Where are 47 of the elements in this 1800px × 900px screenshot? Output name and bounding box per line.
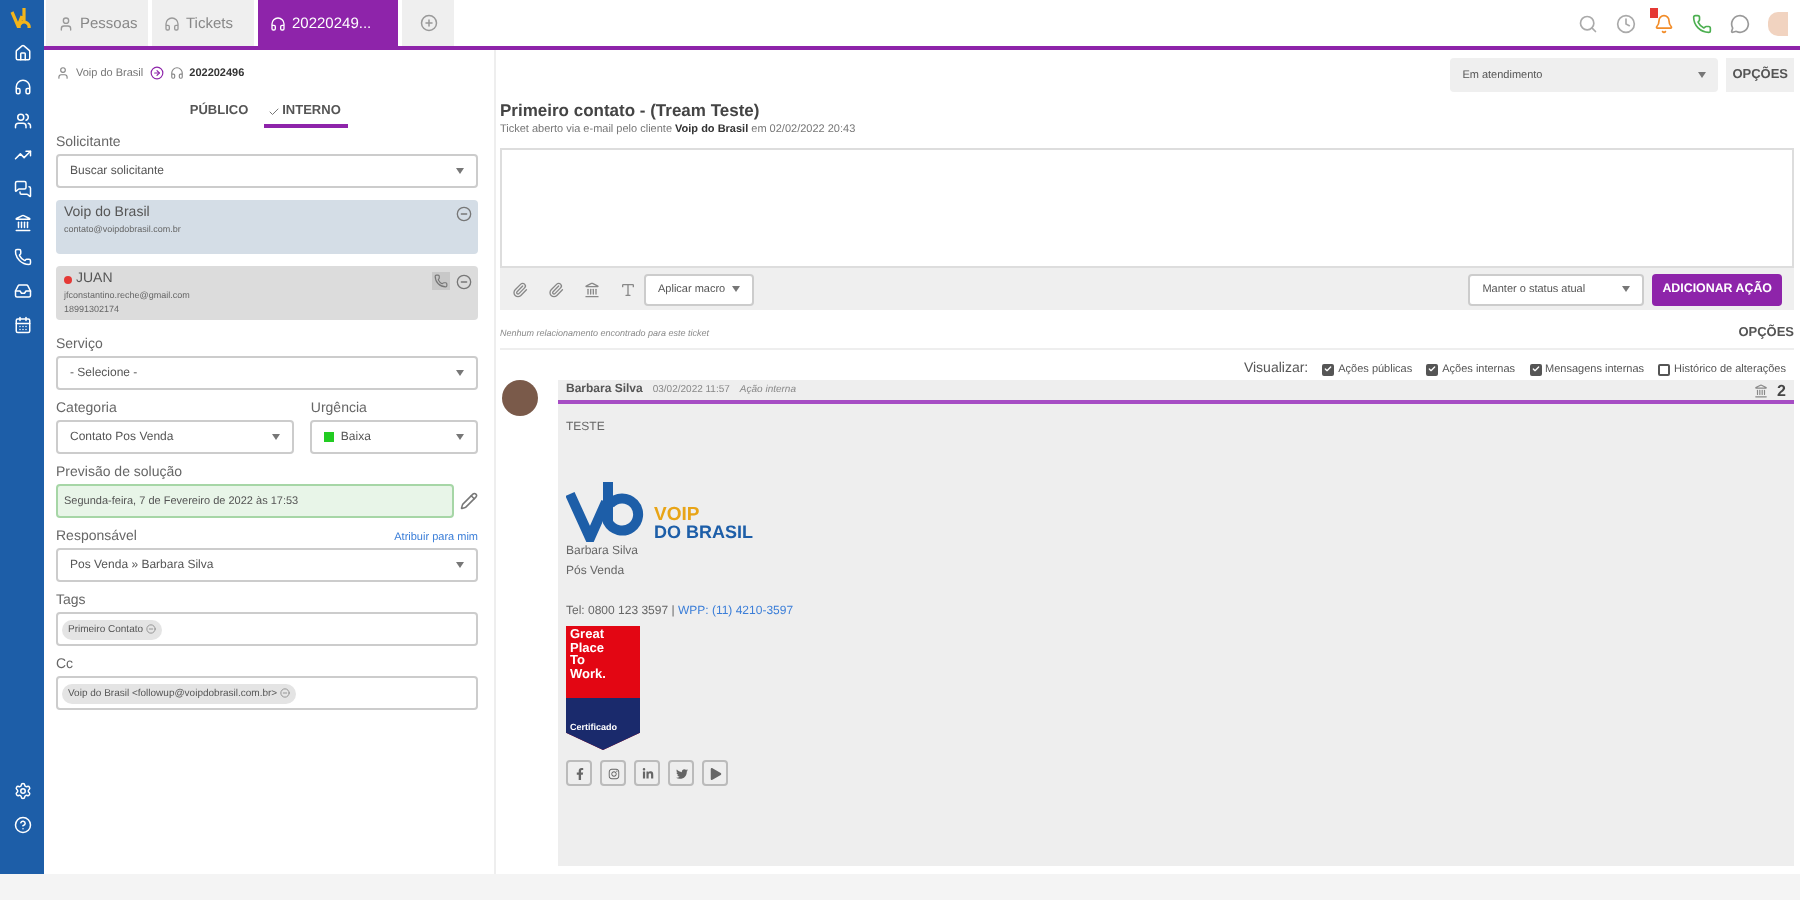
call-button[interactable] bbox=[432, 272, 450, 290]
message-count: 2 bbox=[1777, 381, 1786, 399]
clock-icon[interactable] bbox=[1616, 13, 1636, 33]
help-icon[interactable] bbox=[13, 816, 31, 834]
play-icon[interactable] bbox=[702, 760, 728, 786]
search-icon[interactable] bbox=[1578, 13, 1598, 33]
users-icon[interactable] bbox=[13, 112, 31, 130]
home-icon[interactable] bbox=[13, 44, 31, 62]
text-format-icon[interactable] bbox=[620, 281, 636, 297]
pencil-icon[interactable] bbox=[460, 492, 478, 510]
settings-icon[interactable] bbox=[13, 782, 31, 800]
notification-bell-icon[interactable] bbox=[1654, 13, 1674, 33]
ticket-title: Primeiro contato - (Tream Teste) bbox=[500, 100, 762, 120]
paperclip-icon[interactable] bbox=[548, 281, 564, 297]
avatar bbox=[502, 380, 538, 416]
headset-icon[interactable] bbox=[13, 78, 31, 96]
arrow-circle-icon bbox=[149, 66, 164, 80]
headset-icon bbox=[270, 15, 286, 31]
person-icon bbox=[56, 66, 70, 80]
twitter-icon[interactable] bbox=[668, 760, 694, 786]
remove-icon[interactable] bbox=[456, 273, 472, 289]
calendar-icon[interactable] bbox=[13, 316, 31, 334]
brand-name: VOIP bbox=[654, 506, 700, 524]
filter-checkbox[interactable] bbox=[1322, 363, 1335, 375]
paperclip-icon[interactable] bbox=[512, 281, 528, 297]
headset-icon bbox=[169, 66, 184, 80]
headset-icon bbox=[164, 15, 180, 31]
logo-icon[interactable] bbox=[10, 8, 34, 28]
phone-icon[interactable] bbox=[1692, 13, 1712, 33]
trend-chart-icon[interactable] bbox=[13, 146, 31, 164]
facebook-icon[interactable] bbox=[566, 760, 592, 786]
bank-icon[interactable] bbox=[13, 214, 31, 232]
person-icon bbox=[58, 15, 74, 31]
chat-icon[interactable] bbox=[1730, 13, 1750, 33]
filter-checkbox[interactable] bbox=[1426, 363, 1439, 375]
chat-icon[interactable] bbox=[13, 180, 31, 198]
filter-checkbox[interactable] bbox=[1658, 363, 1671, 375]
instagram-icon[interactable] bbox=[600, 760, 626, 786]
bank-icon[interactable] bbox=[584, 281, 600, 297]
linkedin-icon[interactable] bbox=[634, 760, 660, 786]
filter-checkbox[interactable] bbox=[1529, 363, 1542, 375]
check-icon bbox=[268, 105, 281, 117]
plus-circle-icon bbox=[419, 14, 437, 32]
inbox-icon[interactable] bbox=[13, 282, 31, 300]
bank-icon[interactable] bbox=[1753, 383, 1768, 397]
remove-icon[interactable] bbox=[456, 206, 472, 222]
brand-name: DO BRASIL bbox=[654, 524, 753, 542]
